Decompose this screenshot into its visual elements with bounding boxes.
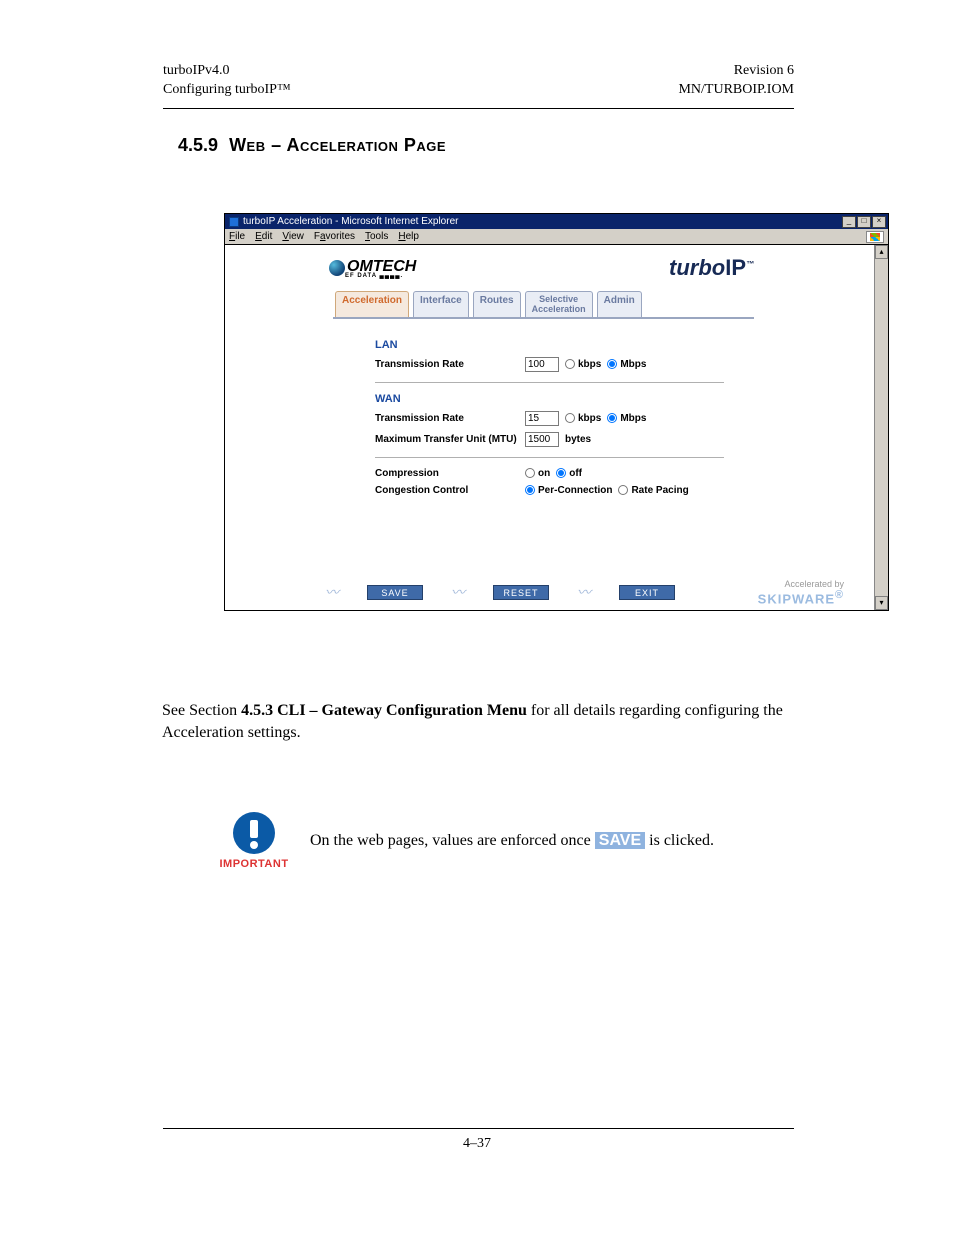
footer-rule (163, 1128, 794, 1129)
tab-admin[interactable]: Admin (597, 291, 642, 317)
lan-kbps-radio[interactable]: kbps (565, 359, 601, 370)
lan-mbps-radio[interactable]: Mbps (607, 359, 646, 370)
browser-screenshot: turboIP Acceleration - Microsoft Interne… (224, 213, 889, 613)
compression-label: Compression (375, 468, 525, 479)
wan-kbps-radio[interactable]: kbps (565, 413, 601, 424)
compression-off-radio[interactable]: off (556, 468, 582, 479)
wave-decoration: 〰 (577, 582, 591, 602)
wan-mtu-input[interactable] (525, 432, 559, 447)
tab-interface[interactable]: Interface (413, 291, 469, 317)
menu-view[interactable]: View (282, 231, 304, 242)
doc-header-right-2: MN/TURBOIP.IOM (678, 81, 794, 100)
section-heading: 4.5.9 Web – Acceleration Page (178, 135, 954, 156)
doc-header-right-1: Revision 6 (678, 62, 794, 81)
tab-acceleration[interactable]: Acceleration (335, 291, 409, 317)
scroll-down-icon[interactable]: ▾ (875, 596, 888, 610)
vertical-scrollbar[interactable]: ▴ ▾ (874, 245, 888, 610)
menu-help[interactable]: Help (398, 231, 419, 242)
congestion-label: Congestion Control (375, 485, 525, 496)
menu-tools[interactable]: Tools (365, 231, 388, 242)
wan-heading: WAN (375, 393, 874, 405)
body-paragraph: See Section 4.5.3 CLI – Gateway Configur… (162, 700, 792, 743)
lan-rate-label: Transmission Rate (375, 359, 525, 370)
skipware-credit: Accelerated by SKIPWARE® (758, 579, 844, 606)
important-label: IMPORTANT (219, 858, 288, 870)
header-rule (163, 108, 794, 109)
wan-mtu-label: Maximum Transfer Unit (MTU) (375, 434, 525, 445)
rate-pacing-radio[interactable]: Rate Pacing (618, 485, 688, 496)
important-icon (233, 812, 275, 854)
ie-icon (229, 217, 239, 227)
minimize-button[interactable]: _ (842, 216, 856, 228)
wave-decoration: 〰 (451, 582, 465, 602)
reset-button[interactable]: RESET (493, 585, 549, 600)
save-chip: SAVE (595, 832, 645, 849)
comtech-logo: OMTECHEF DATA ▄▄▄▄. (329, 258, 416, 279)
browser-menubar: File Edit View Favorites Tools Help (224, 229, 889, 245)
turboip-logo: turboIP™ (669, 255, 754, 281)
compression-on-radio[interactable]: on (525, 468, 550, 479)
menu-edit[interactable]: Edit (255, 231, 272, 242)
wan-mbps-radio[interactable]: Mbps (607, 413, 646, 424)
lan-heading: LAN (375, 339, 874, 351)
globe-icon (329, 260, 345, 276)
window-titlebar: turboIP Acceleration - Microsoft Interne… (224, 213, 889, 229)
windows-logo-icon (866, 231, 884, 243)
wan-rate-label: Transmission Rate (375, 413, 525, 424)
menu-file[interactable]: File (229, 231, 245, 242)
menu-favorites[interactable]: Favorites (314, 231, 355, 242)
scroll-up-icon[interactable]: ▴ (875, 245, 888, 259)
exit-button[interactable]: EXIT (619, 585, 675, 600)
page-number: 4–37 (0, 1136, 954, 1152)
important-callout: IMPORTANT On the web pages, values are e… (222, 812, 792, 870)
tab-selective-acceleration[interactable]: SelectiveAcceleration (525, 291, 593, 317)
save-button[interactable]: SAVE (367, 585, 423, 600)
tab-routes[interactable]: Routes (473, 291, 521, 317)
window-title: turboIP Acceleration - Microsoft Interne… (243, 216, 458, 227)
per-connection-radio[interactable]: Per-Connection (525, 485, 612, 496)
doc-header-left-2: Configuring turboIP™ (163, 81, 291, 100)
wave-decoration: 〰 (325, 582, 339, 602)
doc-header-left-1: turboIPv4.0 (163, 62, 291, 81)
wan-rate-input[interactable] (525, 411, 559, 426)
maximize-button[interactable]: □ (857, 216, 871, 228)
lan-rate-input[interactable] (525, 357, 559, 372)
close-button[interactable]: × (872, 216, 886, 228)
bytes-label: bytes (565, 434, 591, 445)
